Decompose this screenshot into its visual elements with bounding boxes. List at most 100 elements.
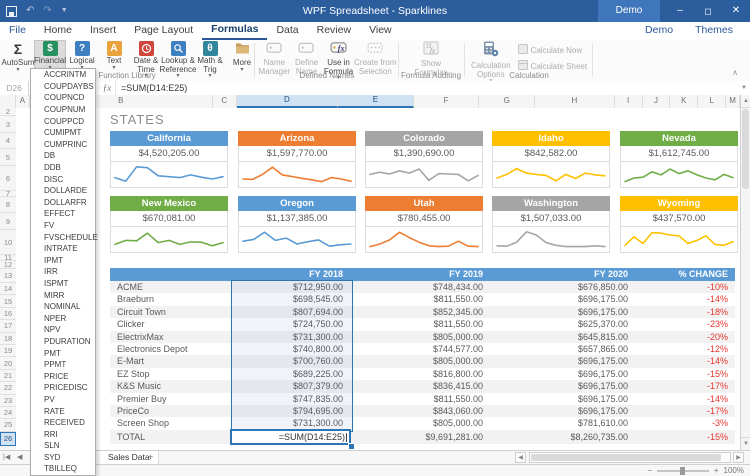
row-header-3[interactable]: 3 [0, 116, 16, 133]
tab-insert[interactable]: Insert [81, 22, 125, 40]
undo-icon[interactable]: ↶ [26, 0, 34, 22]
cell[interactable]: $9,691,281.00 [350, 430, 490, 444]
function-item-dollarde[interactable]: DOLLARDE [31, 185, 95, 197]
cell[interactable]: $836,415.00 [350, 380, 490, 392]
function-item-pmt[interactable]: PMT [31, 347, 95, 359]
row-header-4[interactable]: 4 [0, 133, 16, 149]
function-item-mirr[interactable]: MIRR [31, 289, 95, 301]
function-item-rate[interactable]: RATE [31, 405, 95, 417]
cell[interactable]: -14% [635, 355, 735, 367]
function-item-ipmt[interactable]: IPMT [31, 255, 95, 267]
cell[interactable]: $696,175.00 [490, 355, 635, 367]
function-item-irr[interactable]: IRR [31, 266, 95, 278]
cell[interactable]: $807,694.00 [232, 306, 350, 318]
prev-sheet-icon[interactable]: ◀ [17, 452, 22, 464]
cell[interactable]: $700,760.00 [232, 355, 350, 367]
state-card-nevada[interactable]: Nevada$1,612,745.00 [620, 131, 738, 188]
function-item-pv[interactable]: PV [31, 394, 95, 406]
cell[interactable]: Braeburn [110, 293, 232, 305]
cell[interactable]: $698,545.00 [232, 293, 350, 305]
row-header-10[interactable]: 10 [0, 230, 16, 255]
cell[interactable]: $811,550.00 [350, 293, 490, 305]
tab-review[interactable]: Review [308, 22, 360, 40]
row-header-15[interactable]: 15 [0, 295, 16, 307]
close-button[interactable]: ✕ [722, 0, 750, 22]
maximize-button[interactable]: ◻ [694, 0, 722, 22]
cell[interactable]: $712,950.00 [232, 281, 350, 293]
horizontal-scroll-thumb[interactable] [531, 454, 721, 461]
table-header-cell[interactable]: FY 2020 [490, 268, 635, 281]
function-item-disc[interactable]: DISC [31, 173, 95, 185]
column-header-l[interactable]: L [698, 95, 726, 108]
row-header-19[interactable]: 19 [0, 345, 16, 357]
cell[interactable]: $747,835.00 [232, 393, 350, 405]
function-item-cumprinc[interactable]: CUMPRINC [31, 139, 95, 151]
tab-file[interactable]: File [0, 22, 35, 40]
state-card-california[interactable]: California$4,520,205.00 [110, 131, 228, 188]
cell[interactable]: Screen Shop [110, 417, 232, 429]
formula-bar-expand-icon[interactable]: ▼ [738, 81, 750, 95]
editing-cell[interactable]: =SUM(D14:E25) [230, 429, 351, 445]
horizontal-scrollbar[interactable] [529, 452, 731, 463]
function-item-sln[interactable]: SLN [31, 440, 95, 452]
row-header-5[interactable]: 5 [0, 149, 16, 166]
formula-input[interactable]: =SUM(D14:E25) [116, 81, 738, 95]
cell[interactable]: $724,750.00 [232, 318, 350, 330]
state-card-colorado[interactable]: Colorado$1,390,690.00 [365, 131, 483, 188]
row-header-13[interactable]: 13 [0, 269, 16, 283]
cell[interactable]: PriceCo [110, 405, 232, 417]
sheet-area[interactable]: STATES California$4,520,205.00Arizona$1,… [16, 108, 740, 450]
cell[interactable]: K&S Music [110, 380, 232, 392]
column-header-i[interactable]: I [615, 95, 643, 108]
row-header-25[interactable]: 25 [0, 419, 16, 431]
function-item-coupncd[interactable]: COUPNCD [31, 92, 95, 104]
function-item-db[interactable]: DB [31, 150, 95, 162]
cell[interactable]: -14% [635, 393, 735, 405]
function-item-nper[interactable]: NPER [31, 312, 95, 324]
cell[interactable]: $676,850.00 [490, 281, 635, 293]
state-card-oregon[interactable]: Oregon$1,137,385.00 [238, 196, 356, 253]
cell[interactable]: $625,370.00 [490, 318, 635, 330]
table-header-cell[interactable]: FY 2019 [350, 268, 490, 281]
fill-handle[interactable] [348, 443, 355, 450]
quick-access-dropdown-icon[interactable]: ▼ [61, 0, 68, 22]
cell[interactable]: -3% [635, 417, 735, 429]
cell[interactable]: $696,175.00 [490, 380, 635, 392]
function-item-syd[interactable]: SYD [31, 452, 95, 464]
column-header-j[interactable]: J [643, 95, 671, 108]
function-item-accrintm[interactable]: ACCRINTM [31, 69, 95, 81]
cell[interactable]: $805,000.00 [350, 355, 490, 367]
cell[interactable]: Premier Buy [110, 393, 232, 405]
cell[interactable]: $748,434.00 [350, 281, 490, 293]
minimize-button[interactable]: – [666, 0, 694, 22]
row-header-6[interactable]: 6 [0, 166, 16, 191]
table-header-cell[interactable] [110, 268, 232, 281]
cell[interactable]: $657,865.00 [490, 343, 635, 355]
cell[interactable]: Circuit Town [110, 306, 232, 318]
demo-tab[interactable]: Demo [598, 0, 660, 22]
cell[interactable]: $805,000.00 [350, 417, 490, 429]
row-header-26[interactable]: 26 [0, 432, 16, 446]
redo-icon[interactable]: ↷ [43, 0, 51, 22]
state-card-wyoming[interactable]: Wyoming$437,570.00 [620, 196, 738, 253]
row-header-17[interactable]: 17 [0, 320, 16, 332]
function-item-dollarfr[interactable]: DOLLARFR [31, 197, 95, 209]
cell[interactable]: -12% [635, 343, 735, 355]
function-item-received[interactable]: RECEIVED [31, 417, 95, 429]
cell[interactable]: $843,060.00 [350, 405, 490, 417]
tab-formulas[interactable]: Formulas [202, 22, 267, 40]
save-icon[interactable] [6, 6, 17, 17]
cell[interactable]: $811,550.00 [350, 318, 490, 330]
cell[interactable]: $696,175.00 [490, 293, 635, 305]
cell[interactable]: TOTAL [110, 430, 232, 444]
table-header-cell[interactable]: FY 2018 [232, 268, 350, 281]
function-item-fv[interactable]: FV [31, 220, 95, 232]
link-demo[interactable]: Demo [636, 22, 682, 40]
function-item-intrate[interactable]: INTRATE [31, 243, 95, 255]
row-header-16[interactable]: 16 [0, 308, 16, 320]
cell[interactable]: Clicker [110, 318, 232, 330]
cell[interactable]: $805,000.00 [350, 331, 490, 343]
function-item-coupnum[interactable]: COUPNUM [31, 104, 95, 116]
state-card-arizona[interactable]: Arizona$1,597,770.00 [238, 131, 356, 188]
function-item-ppmt[interactable]: PPMT [31, 359, 95, 371]
